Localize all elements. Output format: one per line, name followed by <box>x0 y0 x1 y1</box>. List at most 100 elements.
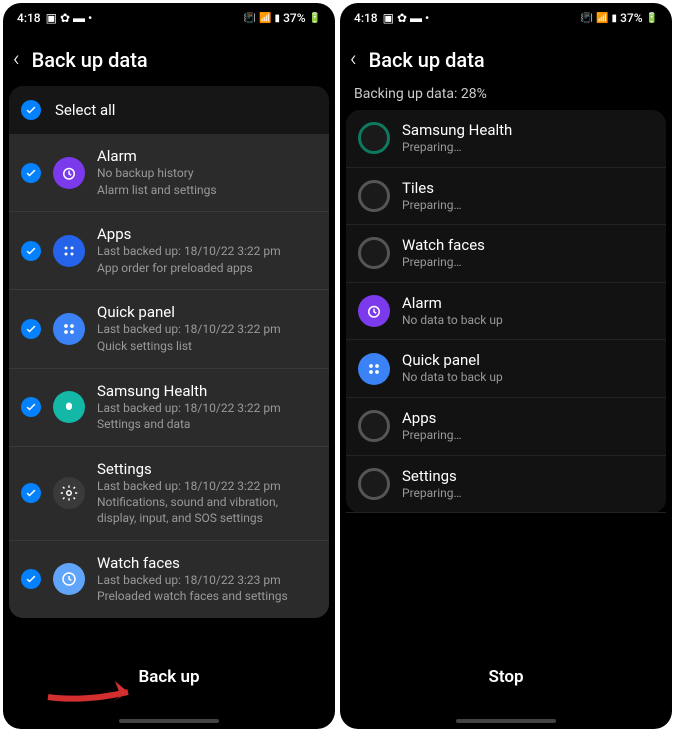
item-text: Apps Last backed up: 18/10/22 3:22 pm Ap… <box>97 225 281 276</box>
progress-ring-icon <box>358 468 390 500</box>
item-title: Tiles <box>402 179 462 197</box>
item-checkbox[interactable] <box>21 241 41 261</box>
item-title: Samsung Health <box>402 121 512 139</box>
item-sub: No backup history <box>97 166 217 182</box>
item-title: Watch faces <box>97 554 288 572</box>
signal-icon: ▮ <box>612 13 618 24</box>
item-text: Alarm No backup history Alarm list and s… <box>97 147 217 198</box>
list-item[interactable]: Alarm No backup history Alarm list and s… <box>9 134 329 212</box>
item-desc: App order for preloaded apps <box>97 261 281 277</box>
item-sub: Last backed up: 18/10/22 3:23 pm <box>97 573 288 589</box>
backup-list: Alarm No backup history Alarm list and s… <box>9 134 329 618</box>
item-sub: Last backed up: 18/10/22 3:22 pm <box>97 244 281 260</box>
alarm-icon <box>53 157 85 189</box>
item-title: Watch faces <box>402 236 485 254</box>
item-title: Apps <box>402 409 462 427</box>
item-text: Alarm No data to back up <box>402 294 503 329</box>
home-indicator[interactable] <box>456 719 556 723</box>
item-sub: No data to back up <box>402 313 503 329</box>
stop-button[interactable]: Stop <box>488 667 523 687</box>
item-title: Samsung Health <box>97 382 281 400</box>
progress-ring-icon <box>358 122 390 154</box>
item-text: Tiles Preparing… <box>402 179 462 214</box>
list-item[interactable]: Samsung Health Last backed up: 18/10/22 … <box>9 369 329 447</box>
status-bar: 4:18 ▣ ✿ ▬ • 📳 📶 ▮ 37% 🔋 <box>340 3 672 33</box>
item-title: Apps <box>97 225 281 243</box>
progress-ring-icon <box>358 410 390 442</box>
vibrate-icon: 📳 <box>244 13 256 24</box>
page-title: Back up data <box>369 48 485 72</box>
select-all-checkbox[interactable] <box>21 100 41 120</box>
select-all-row[interactable]: Select all <box>9 86 329 134</box>
progress-ring-icon <box>358 237 390 269</box>
status-time: 4:18 <box>17 11 41 25</box>
header: ‹ Back up data <box>3 33 335 82</box>
item-desc: Alarm list and settings <box>97 183 217 199</box>
list-item[interactable]: Apps Last backed up: 18/10/22 3:22 pm Ap… <box>9 212 329 290</box>
annotation-arrow-icon <box>43 667 153 707</box>
watch-faces-icon <box>53 563 85 595</box>
phone-right: 4:18 ▣ ✿ ▬ • 📳 📶 ▮ 37% 🔋 ‹ Back up data … <box>340 3 672 729</box>
item-sub: Preparing… <box>402 198 462 214</box>
item-checkbox[interactable] <box>21 397 41 417</box>
status-right: 📳 📶 ▮ 37% 🔋 <box>244 11 321 25</box>
item-checkbox[interactable] <box>21 483 41 503</box>
list-item: Samsung Health Preparing… <box>346 110 666 168</box>
item-desc: Notifications, sound and vibration, disp… <box>97 495 317 526</box>
item-sub: Last backed up: 18/10/22 3:22 pm <box>97 479 317 495</box>
list-item[interactable]: Watch faces Last backed up: 18/10/22 3:2… <box>9 541 329 618</box>
list-item[interactable]: Settings Last backed up: 18/10/22 3:22 p… <box>9 447 329 541</box>
item-desc: Quick settings list <box>97 339 281 355</box>
item-text: Samsung Health Preparing… <box>402 121 512 156</box>
item-title: Alarm <box>402 294 503 312</box>
item-desc: Settings and data <box>97 417 281 433</box>
back-button[interactable]: ‹ <box>13 47 20 72</box>
battery-icon: 🔋 <box>646 13 658 24</box>
progress-ring-icon <box>358 180 390 212</box>
item-desc: Preloaded watch faces and settings <box>97 589 288 605</box>
list-item: Alarm No data to back up <box>346 283 666 341</box>
item-sub: Preparing… <box>402 486 462 502</box>
item-checkbox[interactable] <box>21 569 41 589</box>
list-item: Apps Preparing… <box>346 398 666 456</box>
item-checkbox[interactable] <box>21 163 41 183</box>
list-item: Tiles Preparing… <box>346 168 666 226</box>
item-title: Settings <box>402 467 462 485</box>
health-icon <box>53 391 85 423</box>
quick-panel-icon <box>358 353 390 385</box>
item-text: Apps Preparing… <box>402 409 462 444</box>
alarm-icon <box>358 295 390 327</box>
progress-list: Samsung Health Preparing… Tiles Preparin… <box>346 110 666 513</box>
item-title: Alarm <box>97 147 217 165</box>
progress-text: Backing up data: 28% <box>340 82 672 110</box>
header: ‹ Back up data <box>340 33 672 82</box>
backup-button[interactable]: Back up <box>138 667 199 687</box>
list-item: Quick panel No data to back up <box>346 340 666 398</box>
status-left: 4:18 ▣ ✿ ▬ • <box>354 11 429 25</box>
quick-panel-icon <box>53 313 85 345</box>
item-title: Quick panel <box>402 351 503 369</box>
home-indicator[interactable] <box>119 719 219 723</box>
signal-icon: ▮ <box>275 13 281 24</box>
phone-left: 4:18 ▣ ✿ ▬ • 📳 📶 ▮ 37% 🔋 ‹ Back up data … <box>3 3 335 729</box>
wifi-icon: 📶 <box>596 13 608 24</box>
status-app-icons: ▣ ✿ ▬ • <box>383 11 430 25</box>
item-sub: Preparing… <box>402 140 512 156</box>
wifi-icon: 📶 <box>259 13 271 24</box>
select-all-label: Select all <box>55 101 115 119</box>
item-sub: Preparing… <box>402 255 485 271</box>
bottom-button-area: Back up <box>3 618 335 729</box>
battery-pct: 37% <box>283 11 305 25</box>
status-bar: 4:18 ▣ ✿ ▬ • 📳 📶 ▮ 37% 🔋 <box>3 3 335 33</box>
item-sub: Last backed up: 18/10/22 3:22 pm <box>97 322 281 338</box>
status-right: 📳 📶 ▮ 37% 🔋 <box>581 11 658 25</box>
back-button[interactable]: ‹ <box>350 47 357 72</box>
item-sub: No data to back up <box>402 370 503 386</box>
item-checkbox[interactable] <box>21 319 41 339</box>
list-item[interactable]: Quick panel Last backed up: 18/10/22 3:2… <box>9 290 329 368</box>
status-left: 4:18 ▣ ✿ ▬ • <box>17 11 92 25</box>
item-text: Quick panel Last backed up: 18/10/22 3:2… <box>97 303 281 354</box>
vibrate-icon: 📳 <box>581 13 593 24</box>
status-time: 4:18 <box>354 11 378 25</box>
item-title: Quick panel <box>97 303 281 321</box>
